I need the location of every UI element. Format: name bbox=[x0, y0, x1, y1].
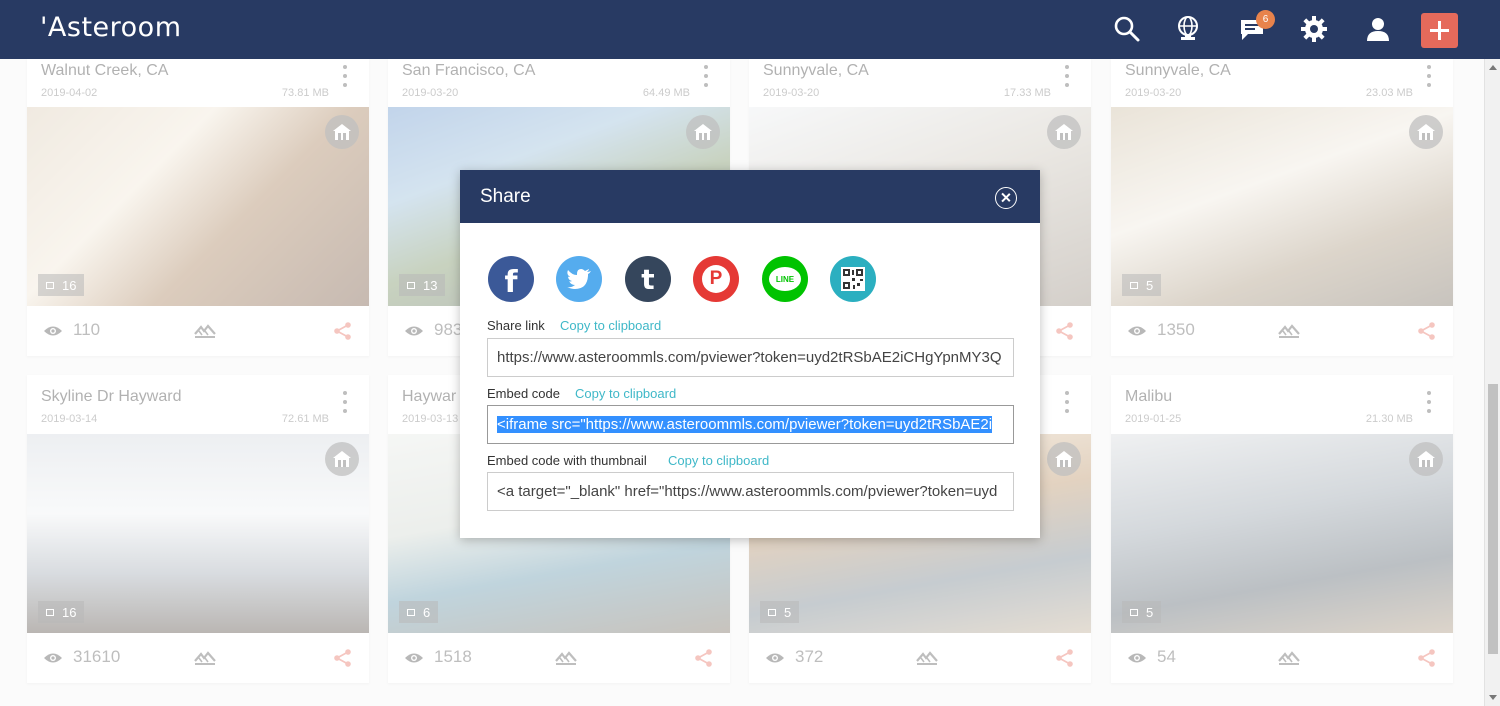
share-link-value: https://www.asteroommls.com/pviewer?toke… bbox=[497, 349, 1002, 366]
copy-embed-thumbnail-button[interactable]: Copy to clipboard bbox=[668, 453, 769, 468]
copy-share-link-button[interactable]: Copy to clipboard bbox=[560, 318, 661, 333]
qrcode-icon bbox=[841, 267, 865, 291]
embed-code-field[interactable]: <iframe src="https://www.asteroommls.com… bbox=[487, 405, 1014, 444]
settings-icon[interactable] bbox=[1297, 12, 1331, 46]
embed-code-label: Embed code bbox=[487, 386, 560, 401]
facebook-share-button[interactable]: f bbox=[488, 256, 534, 302]
copy-embed-code-button[interactable]: Copy to clipboard bbox=[575, 386, 676, 401]
scroll-up-arrow-icon[interactable] bbox=[1489, 65, 1497, 70]
scroll-down-arrow-icon[interactable] bbox=[1489, 695, 1497, 700]
embed-thumbnail-label: Embed code with thumbnail bbox=[487, 453, 647, 468]
add-icon[interactable] bbox=[1421, 13, 1458, 48]
share-dialog-header: Share bbox=[460, 170, 1040, 223]
page-scrollbar[interactable] bbox=[1484, 59, 1500, 706]
twitter-icon bbox=[567, 269, 591, 289]
scrollbar-thumb[interactable] bbox=[1488, 384, 1498, 654]
close-icon[interactable] bbox=[995, 187, 1017, 209]
qrcode-share-button[interactable] bbox=[830, 256, 876, 302]
embed-thumbnail-field[interactable]: <a target="_blank" href="https://www.ast… bbox=[487, 472, 1014, 511]
share-dialog: Share f t P LINE Share link Copy to clipboa… bbox=[460, 170, 1040, 538]
embed-thumbnail-value: <a target="_blank" href="https://www.ast… bbox=[497, 483, 998, 500]
share-dialog-title: Share bbox=[480, 186, 531, 207]
search-icon[interactable] bbox=[1110, 12, 1144, 46]
top-navigation-bar: 'Asteroom 6 bbox=[0, 0, 1500, 59]
facebook-icon: f bbox=[504, 264, 518, 300]
line-share-button[interactable]: LINE bbox=[762, 256, 808, 302]
plurk-share-button[interactable]: P bbox=[693, 256, 739, 302]
share-link-label: Share link bbox=[487, 318, 545, 333]
language-icon[interactable] bbox=[1171, 12, 1205, 46]
message-count-badge: 6 bbox=[1256, 10, 1275, 29]
twitter-share-button[interactable] bbox=[556, 256, 602, 302]
share-link-field[interactable]: https://www.asteroommls.com/pviewer?toke… bbox=[487, 338, 1014, 377]
embed-code-value: <iframe src="https://www.asteroommls.com… bbox=[497, 416, 993, 433]
plurk-icon: P bbox=[702, 265, 730, 293]
user-icon[interactable] bbox=[1361, 12, 1395, 46]
app-logo[interactable]: 'Asteroom bbox=[40, 12, 182, 43]
tumblr-share-button[interactable]: t bbox=[625, 256, 671, 302]
line-icon: LINE bbox=[769, 267, 801, 291]
tumblr-icon: t bbox=[641, 262, 655, 296]
